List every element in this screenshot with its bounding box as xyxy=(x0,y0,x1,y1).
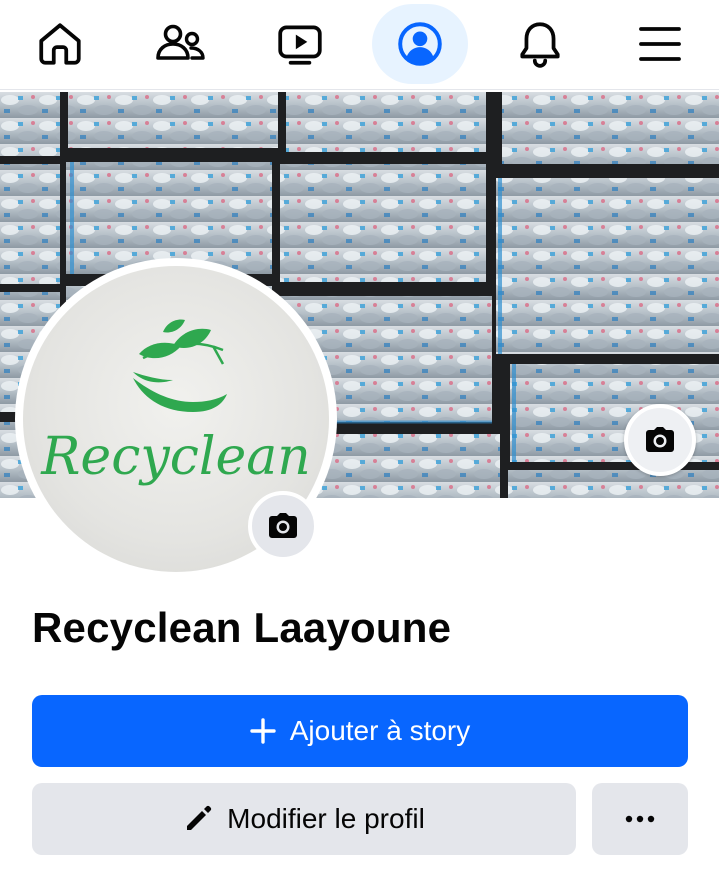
nav-home-tab[interactable] xyxy=(12,4,108,84)
bell-icon xyxy=(520,22,560,68)
top-navigation-bar xyxy=(0,0,719,90)
home-icon xyxy=(39,23,81,65)
more-options-button[interactable] xyxy=(592,783,688,855)
profile-icon xyxy=(398,22,442,66)
nav-notifications-tab[interactable] xyxy=(492,4,588,84)
camera-icon xyxy=(269,513,297,538)
edit-avatar-button[interactable] xyxy=(248,491,318,561)
edit-profile-label: Modifier le profil xyxy=(227,803,425,834)
plus-icon xyxy=(250,718,276,744)
edit-profile-button[interactable]: Modifier le profil xyxy=(32,783,576,855)
add-to-story-label: Ajouter à story xyxy=(289,715,471,746)
logo-text: Recyclean xyxy=(40,427,310,487)
edit-cover-photo-button[interactable] xyxy=(624,404,696,476)
nav-menu-tab[interactable] xyxy=(612,4,708,84)
video-icon xyxy=(278,25,322,65)
more-dots-icon xyxy=(625,815,655,823)
nav-profile-tab[interactable] xyxy=(372,4,468,84)
friends-icon xyxy=(156,24,205,60)
profile-name: Recyclean Laayoune xyxy=(32,604,452,651)
camera-icon xyxy=(646,427,674,452)
nav-video-tab[interactable] xyxy=(252,4,348,84)
nav-friends-tab[interactable] xyxy=(132,4,228,84)
add-to-story-button[interactable]: Ajouter à story xyxy=(32,695,688,767)
pencil-icon xyxy=(183,804,213,834)
hamburger-menu-icon xyxy=(639,27,681,61)
